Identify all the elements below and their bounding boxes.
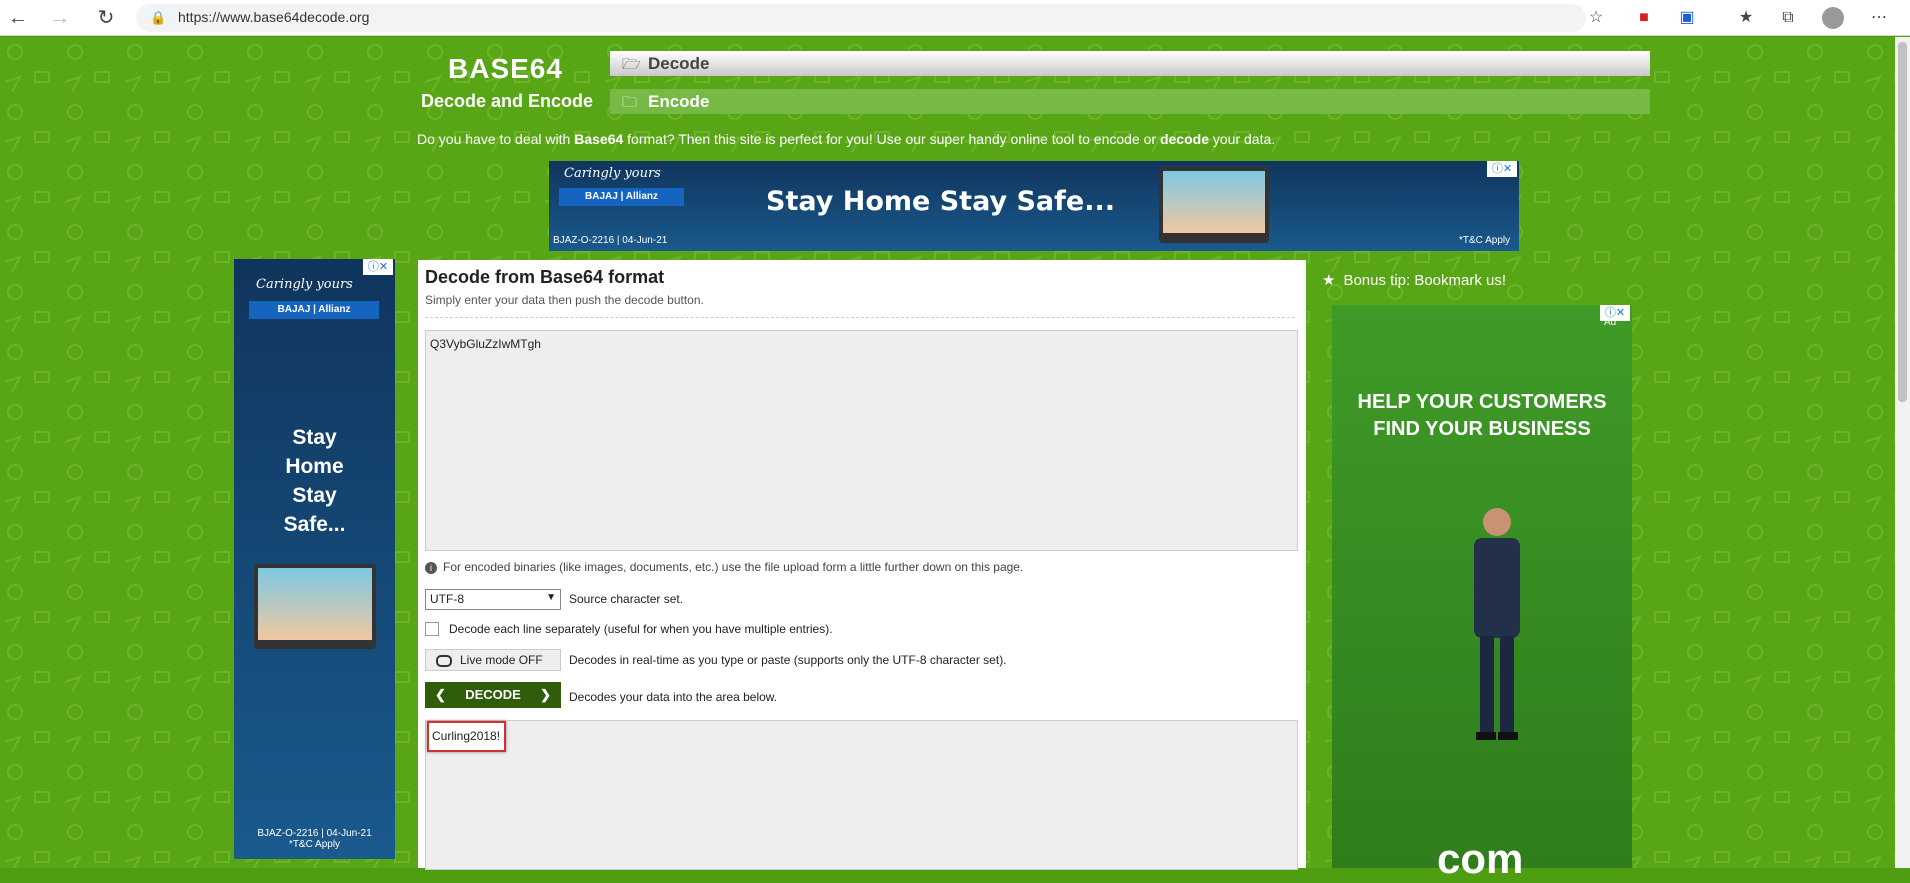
right-skyscraper-ad[interactable]: ⓘ✕ Ad HELP YOUR CUSTOMERS FIND YOUR BUSI…	[1332, 305, 1632, 882]
tab-encode-label: Encode	[648, 92, 710, 111]
ad-person-image	[1474, 508, 1520, 740]
info-note: i For encoded binaries (like images, docu…	[425, 560, 1023, 574]
ad-close-icon[interactable]: ⓘ✕	[1487, 161, 1517, 177]
intro-segment: format? Then this site is perfect for yo…	[623, 131, 1160, 147]
live-mode-label: Live mode OFF	[460, 653, 543, 667]
ad-headline-line: Home	[285, 455, 344, 478]
ad-close-icon[interactable]: ⓘ✕	[363, 259, 393, 275]
ad-headline: Stay Home Stay Safe...	[766, 186, 1115, 217]
intro-segment: your data.	[1208, 131, 1276, 147]
chevron-down-icon: ▼	[546, 592, 556, 603]
ad-laptop-image	[254, 564, 376, 649]
toggle-icon	[436, 654, 452, 667]
decode-panel: Decode from Base64 format Simply enter y…	[418, 260, 1306, 870]
ad-headline-line: Stay	[292, 426, 337, 449]
decode-button[interactable]: ❮ DECODE ❯	[425, 682, 561, 708]
logo-title: BASE64	[448, 53, 563, 84]
ad-footer-line: BJAZ-O-2216 | 04-Jun-21	[257, 828, 372, 839]
ad-footer-right: *T&C Apply	[1459, 235, 1511, 246]
ad-brand-logo: BAJAJ | Allianz	[559, 188, 684, 206]
live-mode-toggle[interactable]: Live mode OFF	[425, 649, 561, 671]
info-icon: i	[425, 562, 437, 574]
favorites-icon[interactable]: ★	[1735, 7, 1757, 29]
forward-button[interactable]: →	[48, 6, 72, 30]
top-banner-ad[interactable]: Caringly yours BAJAJ | Allianz Stay Home…	[549, 161, 1519, 251]
bonus-tip[interactable]: ★ Bonus tip: Bookmark us!	[1322, 271, 1506, 289]
info-text: For encoded binaries (like images, docum…	[443, 560, 1024, 574]
favorite-star-icon[interactable]: ☆	[1585, 7, 1607, 29]
bonus-tip-text: Bonus tip: Bookmark us!	[1343, 272, 1507, 289]
logo-subtitle: Decode and Encode	[421, 91, 594, 111]
chevron-right-icon: ❯	[540, 687, 551, 702]
intro-bold-base64: Base64	[574, 131, 624, 147]
decoded-output-textarea[interactable]	[425, 720, 1298, 870]
ad-footer: BJAZ-O-2216 | 04-Jun-21 *T&C Apply	[234, 828, 395, 850]
ad-laptop-image	[1159, 167, 1269, 243]
decode-each-line-checkbox[interactable]	[425, 622, 439, 636]
live-mode-description: Decodes in real-time as you type or past…	[569, 653, 1007, 667]
encoded-input-textarea[interactable]: Q3VybGluZzIwMTgh	[425, 330, 1298, 551]
intro-text: Do you have to deal with Base64 format? …	[417, 131, 1275, 147]
ad-headline-line: FIND YOUR BUSINESS	[1373, 418, 1591, 440]
ad-headline-line: HELP YOUR CUSTOMERS	[1357, 391, 1607, 413]
intro-bold-decode: decode	[1159, 131, 1209, 147]
ad-brand-logo: BAJAJ | Allianz	[249, 301, 379, 319]
profile-avatar[interactable]	[1822, 7, 1844, 29]
browser-toolbar: ← → ↻ 🔒 https://www.base64decode.org ☆ ■…	[0, 0, 1910, 36]
ad-footer-text: com	[1437, 835, 1524, 882]
star-icon: ★	[1322, 272, 1336, 289]
page-subtitle: Simply enter your data then push the dec…	[425, 293, 704, 307]
charset-label: Source character set.	[569, 592, 684, 606]
ad-headline-line: Stay	[292, 484, 337, 507]
ad-footer-line: *T&C Apply	[288, 839, 341, 850]
tab-decode-label: Decode	[648, 54, 710, 73]
charset-value: UTF-8	[430, 592, 464, 606]
ad-headline-line: Safe...	[283, 513, 346, 536]
url-text: https://www.base64decode.org	[178, 9, 370, 25]
extension-shield-icon[interactable]: ▣	[1676, 7, 1698, 29]
scrollbar-thumb[interactable]	[1898, 42, 1907, 402]
tab-encode[interactable]: 🗀 Encode	[610, 89, 1650, 114]
ad-brand-line: Caringly yours	[564, 166, 661, 181]
tab-decode[interactable]: 🗁 Decode	[610, 51, 1650, 76]
intro-segment: Do you have to deal with	[417, 131, 575, 147]
ad-headline: HELP YOUR CUSTOMERS FIND YOUR BUSINESS	[1332, 389, 1632, 443]
ad-headline: Stay Home Stay Safe...	[234, 423, 395, 539]
page-title: Decode from Base64 format	[425, 267, 665, 287]
folder-icon: 🗀	[622, 94, 638, 111]
collections-icon[interactable]: ⧉	[1777, 7, 1799, 29]
decode-description: Decodes your data into the area below.	[569, 690, 778, 704]
decoded-output-value: Curling2018!	[427, 721, 506, 752]
reload-button[interactable]: ↻	[94, 6, 118, 30]
decode-button-label: DECODE	[465, 687, 521, 702]
chevron-left-icon: ❮	[435, 687, 446, 702]
menu-dots-icon[interactable]: ⋯	[1868, 7, 1890, 29]
folder-open-icon: 🗁	[622, 56, 641, 73]
lock-icon: 🔒	[150, 10, 167, 25]
ad-brand-line: Caringly yours	[256, 277, 353, 292]
left-skyscraper-ad[interactable]: ⓘ✕ Caringly yours BAJAJ | Allianz Stay H…	[234, 259, 395, 859]
decode-each-line-label: Decode each line separately (useful for …	[449, 622, 833, 636]
ad-label: Ad	[1604, 317, 1617, 328]
extension-icon[interactable]: ■	[1633, 7, 1655, 29]
ad-footer-left: BJAZ-O-2216 | 04-Jun-21	[553, 235, 668, 246]
divider	[425, 317, 1295, 318]
charset-select[interactable]: UTF-8 ▼	[425, 589, 561, 610]
back-button[interactable]: ←	[6, 6, 30, 30]
